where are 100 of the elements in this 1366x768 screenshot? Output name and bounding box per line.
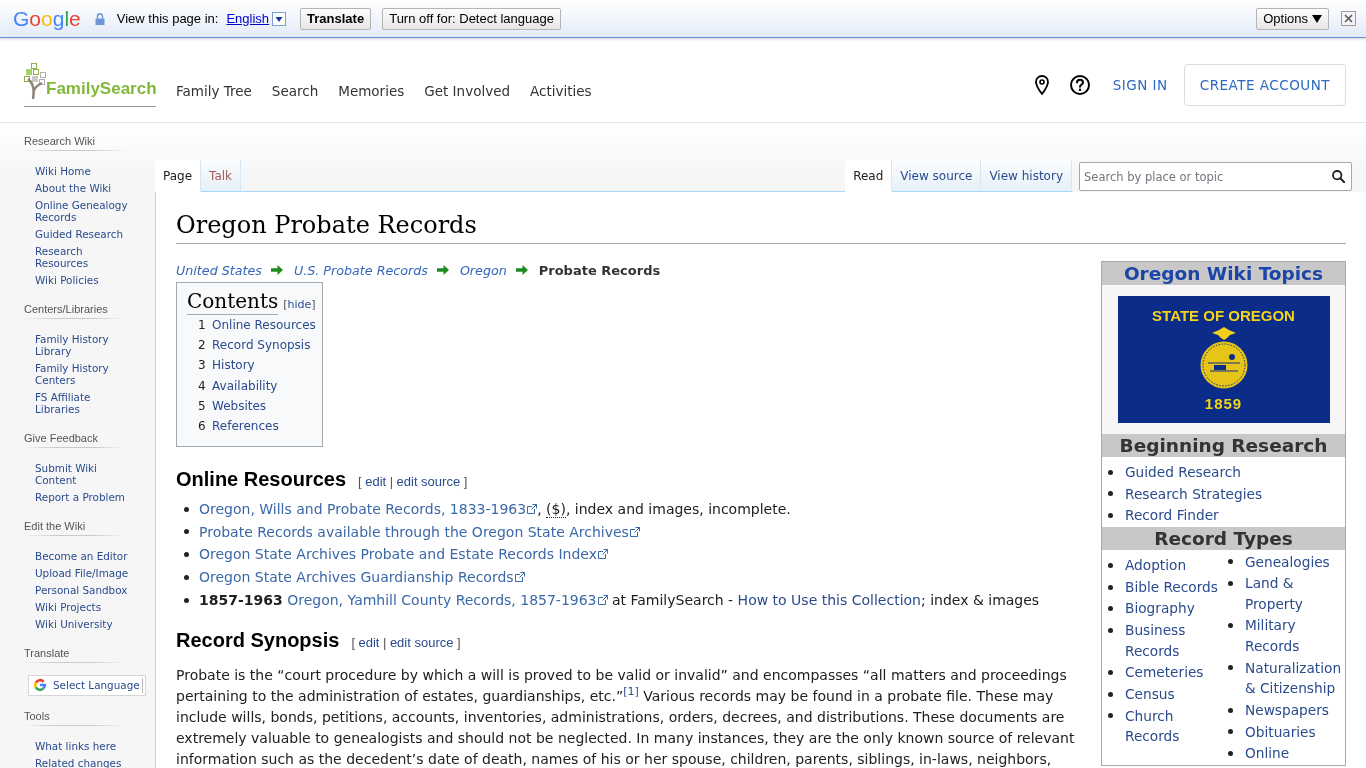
bracket-text: ]	[311, 298, 316, 311]
bullet-icon	[184, 574, 189, 580]
text-link[interactable]: How to Use this Collection	[737, 591, 921, 608]
sidebar-link[interactable]: Family History Centers	[35, 359, 135, 389]
section-heading: Record Synopsis	[176, 628, 340, 653]
sidebar-link[interactable]: Report a Problem	[35, 488, 135, 506]
sidebar-link[interactable]: Wiki Policies	[35, 271, 135, 289]
topic-link[interactable]: Cemeteries	[1125, 662, 1204, 683]
topic-link[interactable]: Land & Property	[1245, 573, 1345, 615]
topic-link[interactable]: Research Strategies	[1125, 483, 1263, 505]
breadcrumb-link[interactable]: United States	[176, 262, 262, 278]
help-icon[interactable]	[1069, 75, 1090, 95]
sidebar-link[interactable]: Wiki Home	[35, 162, 135, 180]
bullet-icon	[1108, 670, 1113, 676]
toc-link[interactable]: History	[212, 355, 255, 376]
hide-link[interactable]: hide	[287, 298, 312, 311]
toc-link[interactable]: References	[212, 416, 279, 437]
topic-link[interactable]: Online	[1245, 743, 1290, 764]
view-tab[interactable]: View history	[981, 160, 1072, 192]
topic-link[interactable]: Adoption	[1125, 555, 1187, 576]
topic-link[interactable]: Naturalization & Citizenship	[1245, 657, 1345, 699]
arrow-right-icon	[436, 265, 449, 275]
bullet-icon	[1228, 581, 1233, 586]
sidebar-link[interactable]: Wiki University	[35, 615, 135, 633]
sidebar-link[interactable]: Research Resources	[35, 242, 135, 272]
sidebar-link[interactable]: Upload File/Image	[35, 564, 135, 582]
nav-link[interactable]: Family Tree	[176, 82, 252, 100]
edit-link[interactable]: edit source	[389, 635, 454, 651]
topic-link[interactable]: Military Records	[1245, 615, 1345, 657]
toc-link[interactable]: Online Resources	[212, 315, 316, 336]
g-logo-icon	[33, 678, 47, 692]
topic-link[interactable]: Biography	[1125, 598, 1195, 619]
location-pin-icon[interactable]	[1034, 75, 1049, 95]
sidebar-heading: Edit the Wiki	[24, 519, 87, 534]
nav-link[interactable]: Activities	[530, 82, 592, 100]
close-icon[interactable]	[1341, 11, 1356, 26]
page-tab[interactable]: Page	[155, 160, 202, 192]
separator-text: |	[389, 474, 394, 490]
topic-link[interactable]: Church Records	[1125, 705, 1222, 747]
bullet-icon	[1108, 713, 1113, 719]
external-link[interactable]: Oregon, Wills and Probate Records, 1833-1963	[199, 500, 538, 517]
view-tab[interactable]: View source	[892, 160, 982, 192]
bullet-icon	[1228, 707, 1233, 713]
translate-button[interactable]: Translate	[300, 7, 372, 30]
edit-link[interactable]: edit	[365, 474, 387, 490]
turn-off-button[interactable]: Turn off for: Detect language	[382, 7, 561, 30]
language-link[interactable]: English	[226, 11, 270, 26]
page-tab[interactable]: Talk	[201, 160, 242, 192]
dropdown-icon[interactable]	[272, 11, 287, 26]
sidebar-link[interactable]: Become an Editor	[35, 547, 135, 565]
view-tab[interactable]: Read	[845, 160, 893, 192]
resource-entry: Oregon, Wills and Probate Records, 1833-1963 , ($), index and images, incomplete.	[199, 499, 791, 520]
external-link[interactable]: Probate Records available through the Oregon State Archives	[199, 523, 640, 540]
sidebar-link[interactable]: FS Affiliate Libraries	[35, 388, 135, 418]
nav-link[interactable]: Search	[271, 82, 319, 100]
sidebar-link[interactable]: What links here	[35, 737, 135, 755]
nav-link[interactable]: Memories	[338, 82, 405, 100]
sidebar-link[interactable]: Submit Wiki Content	[35, 459, 135, 489]
arrow-right-icon	[270, 265, 283, 275]
language-select[interactable]: Select Language	[28, 674, 146, 696]
topic-link[interactable]: Census	[1125, 684, 1175, 705]
toc-link[interactable]: Websites	[212, 395, 267, 416]
breadcrumb-link[interactable]: U.S. Probate Records	[293, 262, 428, 278]
bullet-icon	[184, 529, 189, 535]
sign-in-link[interactable]: SIGN IN	[1112, 77, 1168, 93]
nav-link[interactable]: Get Involved	[424, 82, 511, 100]
external-link[interactable]: Oregon State Archives Guardianship Records	[199, 569, 525, 586]
topic-link[interactable]: Bible Records	[1125, 576, 1218, 598]
topic-link[interactable]: Newspapers	[1245, 699, 1329, 721]
edit-link[interactable]: edit	[358, 635, 380, 651]
bullet-icon	[1228, 729, 1233, 735]
topic-link[interactable]: Guided Research	[1125, 462, 1241, 483]
toc-link[interactable]: Availability	[212, 375, 278, 396]
sidebar-link[interactable]: Online Genealogy Records	[35, 196, 135, 226]
edit-link[interactable]: edit source	[396, 474, 461, 490]
bullet-icon	[1108, 584, 1113, 590]
options-button[interactable]: Options	[1256, 7, 1329, 30]
external-link[interactable]: Oregon, Yamhill County Records, 1857-1963	[287, 591, 608, 608]
sidebar-link[interactable]: Guided Research	[35, 225, 135, 243]
bullet-icon	[1228, 623, 1233, 629]
sidebar-heading: Research Wiki	[24, 134, 96, 149]
external-link[interactable]: Oregon State Archives Probate and Estate Records Index	[199, 546, 608, 563]
search-field[interactable]: Search by place or topic	[1079, 162, 1352, 191]
sidebar-link[interactable]: Family History Library	[35, 330, 135, 360]
sidebar-link[interactable]: Personal Sandbox	[35, 581, 135, 599]
arrow-right-icon	[515, 265, 528, 275]
bullet-icon	[1108, 627, 1113, 633]
toc-link[interactable]: Record Synopsis	[212, 335, 311, 356]
breadcrumb-link[interactable]: Oregon	[459, 262, 507, 278]
sidebar-link[interactable]: Wiki Projects	[35, 598, 135, 616]
external-link-icon	[527, 503, 538, 514]
topic-link[interactable]: Business Records	[1125, 620, 1222, 662]
topic-link[interactable]: Genealogies	[1245, 551, 1330, 573]
create-account-button[interactable]: CREATE ACCOUNT	[1183, 64, 1346, 106]
sidebar-link[interactable]: About the Wiki	[35, 179, 135, 197]
topic-link[interactable]: Record Finder	[1125, 505, 1219, 526]
search-icon[interactable]	[1332, 170, 1345, 183]
footnote-link[interactable]: [1]	[623, 685, 639, 698]
topic-link[interactable]: Obituaries	[1245, 721, 1316, 742]
bullet-icon	[1228, 665, 1233, 671]
